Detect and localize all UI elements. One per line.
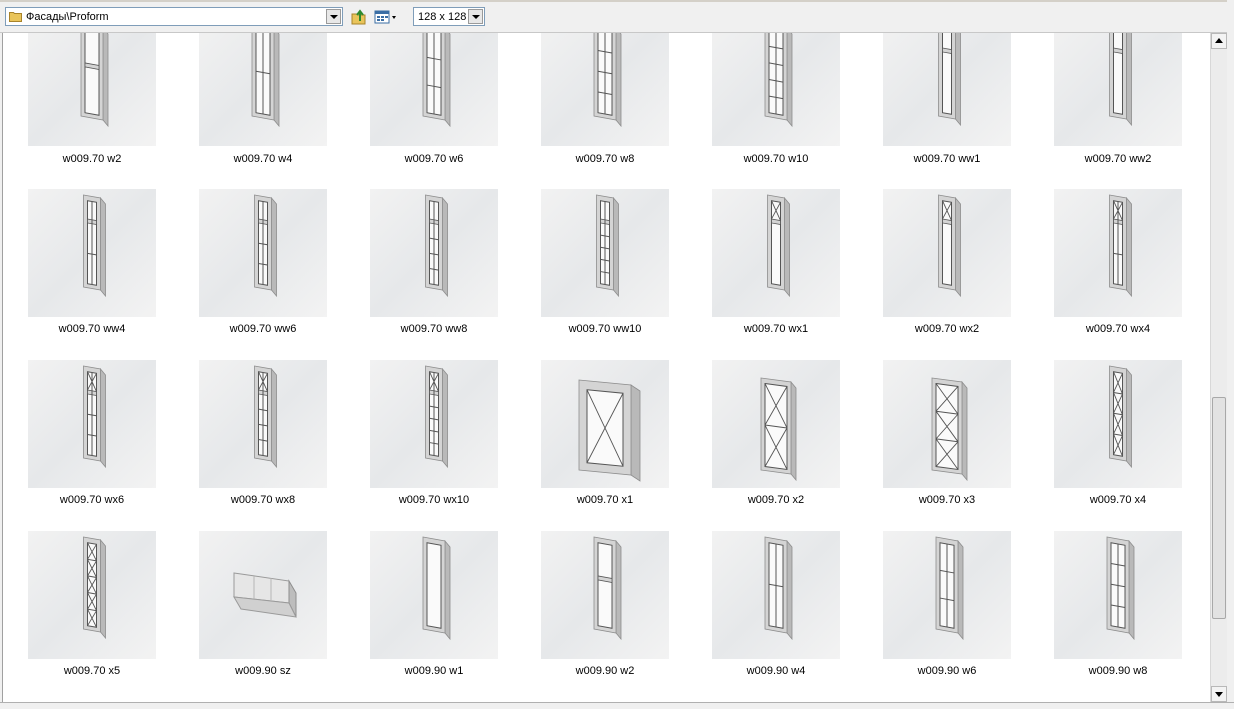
- thumbnail-image[interactable]: [712, 531, 840, 659]
- thumbnail-image[interactable]: [883, 33, 1011, 146]
- thumbnail-label: w009.70 ww2: [1084, 153, 1152, 165]
- thumbnail-image[interactable]: [712, 189, 840, 317]
- thumbnail-label: w009.70 ww10: [568, 323, 642, 335]
- thumbnail-image[interactable]: [370, 360, 498, 488]
- thumbnail-label: w009.70 wx6: [59, 494, 125, 506]
- thumbnail-image[interactable]: [883, 360, 1011, 488]
- thumbnail-label: w009.70 ww4: [58, 323, 126, 335]
- path-text: Фасады\Proform: [26, 11, 109, 23]
- thumbnail-label: w009.70 w4: [233, 153, 293, 165]
- thumbnail-image[interactable]: [28, 189, 156, 317]
- thumbnail-label: w009.70 x1: [576, 494, 634, 506]
- thumbnail-image[interactable]: [883, 189, 1011, 317]
- thumbnail-label: w009.70 ww1: [913, 153, 981, 165]
- thumbnail-image[interactable]: [370, 33, 498, 146]
- path-dropdown-button[interactable]: [326, 9, 341, 24]
- vertical-scrollbar[interactable]: [1210, 33, 1227, 702]
- thumbnail-label: w009.70 ww8: [400, 323, 468, 335]
- thumbnail-image[interactable]: [370, 531, 498, 659]
- thumbnail-label: w009.90 w4: [746, 665, 806, 677]
- thumbnail-label: w009.90 w6: [917, 665, 977, 677]
- thumbnail-image[interactable]: [28, 360, 156, 488]
- thumbnail-image[interactable]: [199, 531, 327, 659]
- thumbnail-image[interactable]: [28, 33, 156, 146]
- window-right-edge: [1227, 0, 1234, 709]
- thumbnail-image[interactable]: [883, 531, 1011, 659]
- thumbnail-image[interactable]: [370, 189, 498, 317]
- size-dropdown-button[interactable]: [468, 9, 483, 24]
- thumbnail-label: w009.70 ww6: [229, 323, 297, 335]
- thumbnail-image[interactable]: [199, 360, 327, 488]
- thumbnail-label: w009.70 wx4: [1085, 323, 1151, 335]
- thumbnail-label: w009.70 w8: [575, 153, 635, 165]
- thumbnail-label: w009.90 sz: [235, 665, 291, 677]
- thumbnail-image[interactable]: [1054, 189, 1182, 317]
- thumbnail-image[interactable]: [199, 189, 327, 317]
- thumbnail-label: w009.90 w8: [1088, 665, 1148, 677]
- dropdown-arrow-icon: [392, 16, 396, 19]
- scroll-thumb[interactable]: [1212, 397, 1226, 619]
- thumbnail-image[interactable]: [1054, 360, 1182, 488]
- thumbnail-label: w009.70 w6: [404, 153, 464, 165]
- thumbnail-label: w009.70 x3: [918, 494, 976, 506]
- folder-icon: [9, 12, 22, 22]
- thumbnail-label: w009.70 wx1: [743, 323, 809, 335]
- thumbnail-label: w009.90 w2: [575, 665, 635, 677]
- thumbnail-label: w009.70 x4: [1089, 494, 1147, 506]
- thumbnail-image[interactable]: [28, 531, 156, 659]
- thumbnail-grid: w009.70 w2 w009.70 w4 w009.70 w6 w009.70 w8…: [2, 33, 1210, 702]
- up-folder-icon[interactable]: [350, 8, 368, 26]
- thumbnail-image[interactable]: [1054, 531, 1182, 659]
- thumbnail-size-combobox[interactable]: 128 x 128: [413, 7, 485, 26]
- thumbnail-image[interactable]: [541, 189, 669, 317]
- thumbnail-image[interactable]: [712, 360, 840, 488]
- window-bottom-edge: [0, 702, 1234, 709]
- thumbnail-image[interactable]: [541, 531, 669, 659]
- thumbnail-label: w009.70 wx2: [914, 323, 980, 335]
- thumbnail-image[interactable]: [712, 33, 840, 146]
- thumbnail-label: w009.70 wx8: [230, 494, 296, 506]
- path-combobox[interactable]: Фасады\Proform: [5, 7, 343, 26]
- thumbnail-image[interactable]: [1054, 33, 1182, 146]
- scroll-up-button[interactable]: [1211, 33, 1227, 49]
- thumbnail-label: w009.70 x2: [747, 494, 805, 506]
- toolbar: Фасады\Proform 128 x 128: [0, 0, 1234, 33]
- thumbnail-image[interactable]: [541, 360, 669, 488]
- thumbnail-label: w009.70 wx10: [398, 494, 470, 506]
- thumbnail-label: w009.70 w10: [743, 153, 809, 165]
- view-mode-icon[interactable]: [374, 8, 398, 26]
- thumbnail-label: w009.70 w2: [62, 153, 122, 165]
- thumbnail-image[interactable]: [199, 33, 327, 146]
- thumbnail-image[interactable]: [541, 33, 669, 146]
- thumbnail-label: w009.70 x5: [63, 665, 121, 677]
- thumbnail-label: w009.90 w1: [404, 665, 464, 677]
- toolbar-top-border: [0, 0, 1234, 2]
- scroll-down-button[interactable]: [1211, 686, 1227, 702]
- thumbnail-size-text: 128 x 128: [418, 11, 467, 23]
